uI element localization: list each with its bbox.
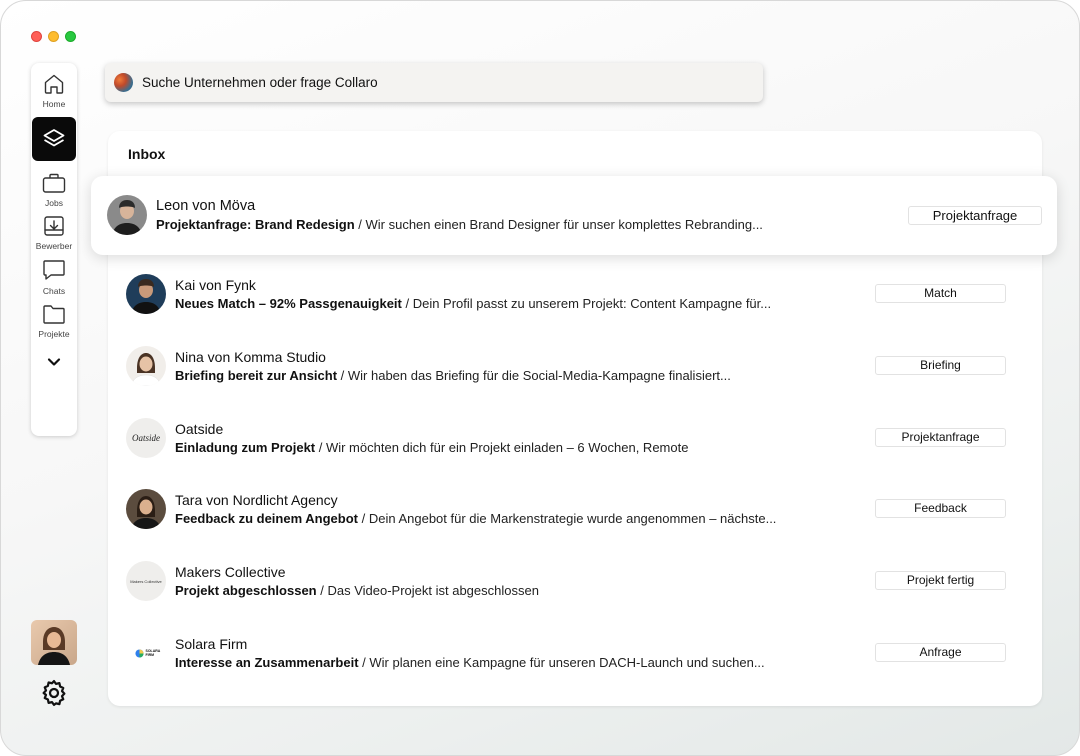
inbox-item[interactable]: SOLARA FIRM Solara Firm Interesse an Zus… [126,633,1006,689]
inbox-title: Inbox [128,146,166,162]
minimize-window-button[interactable] [48,31,59,42]
status-badge[interactable]: Briefing [875,356,1006,375]
message-subject: Einladung zum Projekt [175,440,316,455]
message-text: / Wir haben das Briefing für die Social-… [337,368,731,383]
close-window-button[interactable] [31,31,42,42]
sidebar-item-label: Home [42,99,66,109]
sidebar-item-label: Bewerber [35,241,73,251]
inbox-item[interactable]: Nina von Komma Studio Briefing bereit zu… [126,346,1006,402]
message-subject: Briefing bereit zur Ansicht [175,368,338,383]
message-text: / Dein Profil passt zu unserem Projekt: … [401,296,772,311]
sidebar-item-chats[interactable]: Chats [31,257,77,296]
sidebar-more-button[interactable] [46,355,62,373]
status-badge[interactable]: Projektanfrage [908,206,1042,225]
sidebar: Home Jobs Bewerber Chats Projekte [31,63,77,436]
collaro-ai-icon [114,73,133,92]
sender-name: Nina von Komma Studio [175,349,326,365]
status-badge[interactable]: Projekt fertig [875,571,1006,590]
message-text: / Dein Angebot für die Markenstrategie w… [358,511,777,526]
folder-icon [43,305,65,324]
message-preview: Briefing bereit zur Ansicht / Wir haben … [175,368,731,383]
inbox-download-icon [44,216,64,236]
message-subject: Interesse an Zusammenarbeit [175,655,359,670]
home-icon [44,74,64,94]
logo-text: Makers Collective [130,578,162,584]
chevron-down-icon [47,358,61,366]
briefcase-icon [42,173,66,193]
avatar [107,195,147,235]
message-preview: Projektanfrage: Brand Redesign / Wir suc… [156,217,763,232]
logo-text: Oatside [132,433,160,443]
sidebar-item-home[interactable]: Home [31,72,77,109]
message-text: / Wir planen eine Kampagne für unseren D… [358,655,765,670]
gear-icon [42,680,66,706]
message-subject: Projekt abgeschlossen [175,583,317,598]
inbox-item[interactable]: Tara von Nordlicht Agency Feedback zu de… [126,489,1006,545]
sender-name: Makers Collective [175,564,286,580]
search-input[interactable] [142,75,742,90]
message-subject: Projektanfrage: Brand Redesign [156,217,355,232]
inbox-item[interactable]: Makers Collective Makers Collective Proj… [126,561,1006,617]
avatar [126,274,166,314]
message-preview: Einladung zum Projekt / Wir möchten dich… [175,440,688,455]
app-window: Home Jobs Bewerber Chats Projekte Suche … [0,0,1080,756]
sidebar-item-bewerber[interactable]: Bewerber [31,214,77,251]
message-text: / Wir möchten dich für ein Projekt einla… [315,440,689,455]
chat-bubble-icon [43,260,65,280]
status-badge[interactable]: Projektanfrage [875,428,1006,447]
logo-text: SOLARA FIRM [145,649,161,657]
avatar [126,489,166,529]
status-badge[interactable]: Feedback [875,499,1006,518]
message-preview: Projekt abgeschlossen / Das Video-Projek… [175,583,539,598]
layers-icon [43,129,65,147]
sidebar-item-label: Chats [42,286,66,296]
sidebar-item-jobs[interactable]: Jobs [31,171,77,208]
user-avatar[interactable] [31,620,77,665]
sender-name: Solara Firm [175,636,248,652]
sender-name: Oatside [175,421,224,437]
search-bar[interactable] [105,63,763,102]
sidebar-item-label: Jobs [45,198,63,208]
sidebar-item-label: Projekte [38,329,70,339]
inbox-item[interactable]: Oatside Oatside Einladung zum Projekt / … [126,418,1006,474]
settings-button[interactable] [39,678,69,708]
window-controls [31,31,76,42]
message-subject: Neues Match – 92% Passgenauigkeit [175,296,402,311]
sender-name: Tara von Nordlicht Agency [175,492,338,508]
sender-name: Leon von Möva [156,198,256,214]
status-badge[interactable]: Match [875,284,1006,303]
solara-logo-icon [134,648,144,658]
message-subject: Feedback zu deinem Angebot [175,511,358,526]
company-logo: Oatside [126,418,166,458]
inbox-item[interactable]: Leon von Möva Projektanfrage: Brand Rede… [107,195,1042,251]
company-logo: Makers Collective [126,561,166,601]
sidebar-item-projekte[interactable]: Projekte [31,302,77,339]
message-preview: Interesse an Zusammenarbeit / Wir planen… [175,655,765,670]
sender-name: Kai von Fynk [175,277,256,293]
status-badge[interactable]: Anfrage [875,643,1006,662]
sidebar-item-layers[interactable] [32,117,76,161]
company-logo: SOLARA FIRM [126,633,166,673]
message-text: / Das Video-Projekt ist abgeschlossen [316,583,539,598]
message-text: / Wir suchen einen Brand Designer für un… [354,217,763,232]
avatar [126,346,166,386]
inbox-item[interactable]: Kai von Fynk Neues Match – 92% Passgenau… [126,274,1006,330]
message-preview: Feedback zu deinem Angebot / Dein Angebo… [175,511,776,526]
zoom-window-button[interactable] [65,31,76,42]
message-preview: Neues Match – 92% Passgenauigkeit / Dein… [175,296,771,311]
